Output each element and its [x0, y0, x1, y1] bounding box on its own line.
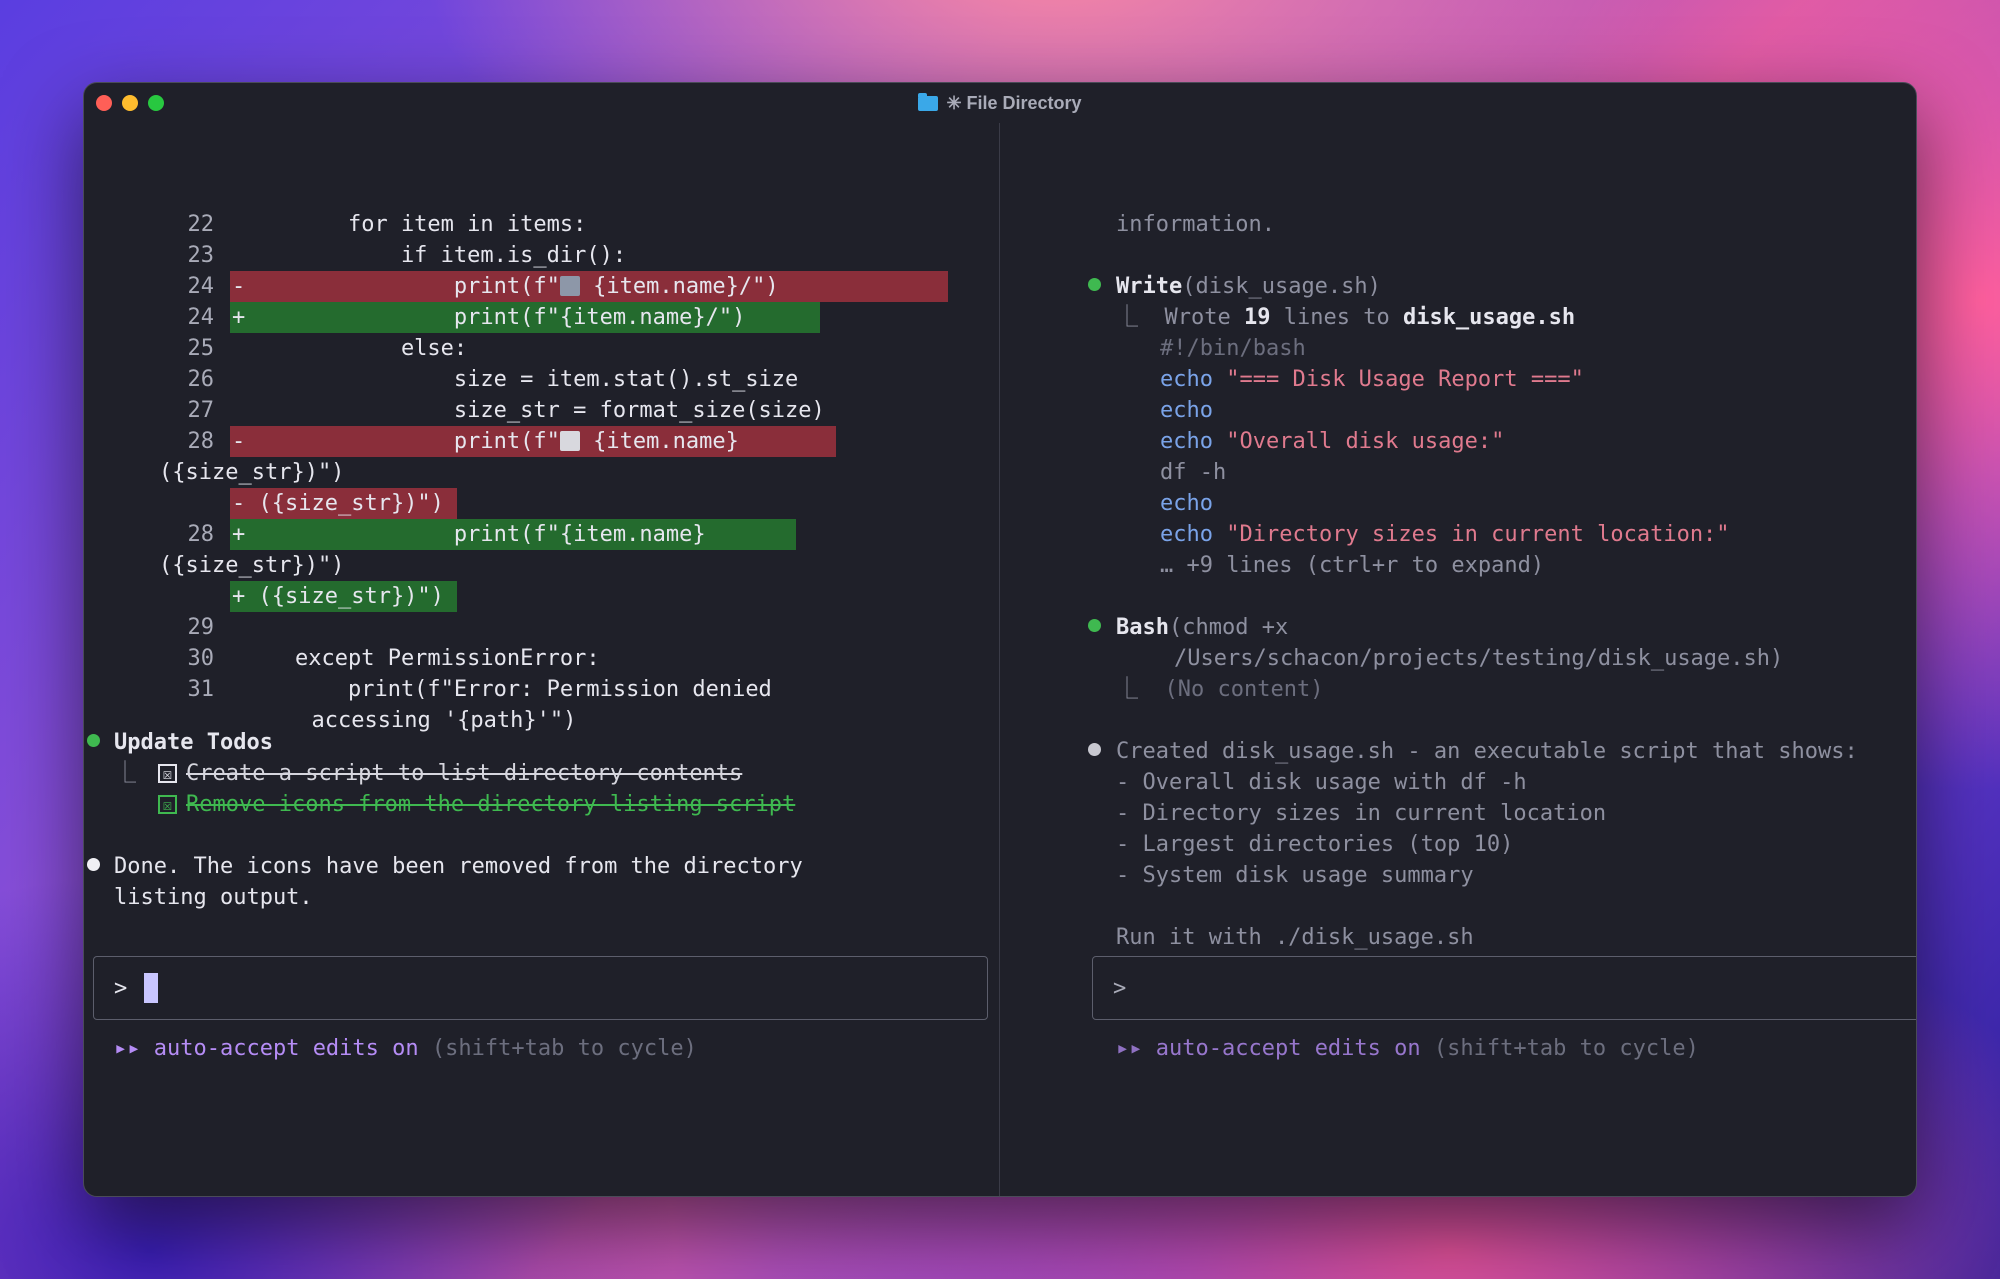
branch-glyph: ⎿ [114, 761, 137, 786]
code-line: print(f"Error: Permission denied [242, 677, 772, 702]
script-line: echo [1160, 398, 1213, 423]
list-item: - Directory sizes in current location [1116, 801, 1607, 826]
code-line: if item.is_dir(): [242, 243, 627, 268]
code-line: print(f"{item.name}/") [242, 305, 746, 330]
code-line: print(f"{item.name} [242, 522, 719, 547]
minimize-button[interactable] [122, 95, 138, 111]
status-line: ▸▸ auto-accept edits on (shift+tab to cy… [114, 1033, 697, 1064]
window-title-text: ✳ File Directory [946, 92, 1082, 113]
code-line-wrap: ({size_str})") [159, 553, 345, 578]
status-line: ▸▸ auto-accept edits on (shift+tab to cy… [1116, 1033, 1699, 1064]
line-number: 23 [187, 243, 215, 268]
tool-call: Write(disk_usage.sh) [1116, 274, 1381, 299]
message-text: Run it with ./disk_usage.sh [1116, 925, 1474, 950]
tool-call: Bash(chmod +x [1116, 615, 1289, 640]
line-number: 27 [187, 398, 215, 423]
list-item: - Overall disk usage with df -h [1116, 770, 1527, 795]
terminal-window: ✳ File Directory 22 23 24 24 25 26 27 28… [83, 82, 1917, 1197]
todo-item: Remove icons from the directory listing … [186, 792, 796, 817]
auto-accept-label: auto-accept edits on [1155, 1036, 1421, 1061]
script-line: echo "Overall disk usage:" [1160, 429, 1505, 454]
folder-emoji-icon [559, 276, 580, 296]
checkbox-checked: ☒ [158, 764, 177, 783]
code-line: except PermissionError: [242, 646, 600, 671]
left-pane: 22 23 24 24 25 26 27 28 28 29 30 31 - + … [84, 123, 999, 1196]
line-number: 29 [187, 615, 215, 640]
text-cursor [144, 973, 158, 1003]
tool-call-args: /Users/schacon/projects/testing/disk_usa… [1174, 646, 1784, 671]
line-number: 30 [187, 646, 215, 671]
close-button[interactable] [96, 95, 112, 111]
code-line: print(f" {item.name} [242, 429, 739, 454]
code-line-wrap: accessing '{path}'") [285, 708, 577, 733]
line-number: 28 [187, 522, 215, 547]
line-number: 31 [187, 677, 215, 702]
code-line: else: [242, 336, 468, 361]
zoom-button[interactable] [148, 95, 164, 111]
folder-icon [918, 92, 939, 111]
code-line-wrap: ({size_str})") [159, 460, 345, 485]
message-text: Created disk_usage.sh - an executable sc… [1116, 739, 1858, 764]
fast-forward-icon: ▸▸ [1116, 1036, 1143, 1061]
window-controls [96, 95, 164, 111]
shortcut-hint: (shift+tab to cycle) [1433, 1036, 1699, 1061]
code-line: + ({size_str})") [232, 584, 444, 609]
checkbox-checked: ☒ [158, 795, 177, 814]
code-line: print(f" {item.name}/") [242, 274, 779, 299]
prompt-input[interactable]: > [1092, 956, 1916, 1020]
status-dot [87, 734, 100, 747]
line-number: 22 [187, 212, 215, 237]
fast-forward-icon: ▸▸ [114, 1036, 141, 1061]
line-number: 24 [187, 274, 215, 299]
expand-hint[interactable]: … +9 lines (ctrl+r to expand) [1160, 550, 1544, 581]
todos-title: Update Todos [114, 730, 273, 755]
message-text: Done. The icons have been removed from t… [114, 854, 803, 879]
window-title: ✳ File Directory [918, 92, 1082, 114]
code-line: - ({size_str})") [232, 491, 444, 516]
todo-item: Create a script to list directory conten… [186, 761, 743, 786]
tool-result: ⎿ (No content) [1116, 677, 1324, 702]
script-line: #!/bin/bash [1160, 336, 1306, 361]
line-number: 26 [187, 367, 215, 392]
status-dot [1088, 278, 1101, 291]
status-dot [1088, 619, 1101, 632]
prompt-caret: > [114, 976, 128, 1001]
status-dot [1088, 743, 1101, 756]
list-item: - Largest directories (top 10) [1116, 832, 1514, 857]
list-item: - System disk usage summary [1116, 863, 1474, 888]
prompt-caret: > [1113, 976, 1127, 1001]
right-pane: information. Write(disk_usage.sh) ⎿ Wrot… [1000, 123, 1916, 1196]
shortcut-hint: (shift+tab to cycle) [431, 1036, 697, 1061]
code-line: for item in items: [242, 212, 587, 237]
script-line: df -h [1160, 460, 1227, 485]
code-line: size_str = format_size(size) [242, 398, 825, 423]
file-emoji-icon [559, 431, 580, 451]
code-line: size = item.stat().st_size [242, 367, 799, 392]
line-number: 24 [187, 305, 215, 330]
tool-result: ⎿ Wrote 19 lines to disk_usage.sh [1116, 305, 1576, 330]
message-text: information. [1116, 212, 1275, 237]
title-bar: ✳ File Directory [84, 83, 1916, 123]
status-dot [87, 858, 100, 871]
prompt-input[interactable]: > [93, 956, 988, 1020]
auto-accept-label: auto-accept edits on [153, 1036, 419, 1061]
script-line: echo "=== Disk Usage Report ===" [1160, 367, 1584, 392]
script-line: echo [1160, 491, 1213, 516]
line-number: 25 [187, 336, 215, 361]
message-text: listing output. [114, 885, 313, 910]
script-line: echo "Directory sizes in current locatio… [1160, 522, 1730, 547]
line-number: 28 [187, 429, 215, 454]
